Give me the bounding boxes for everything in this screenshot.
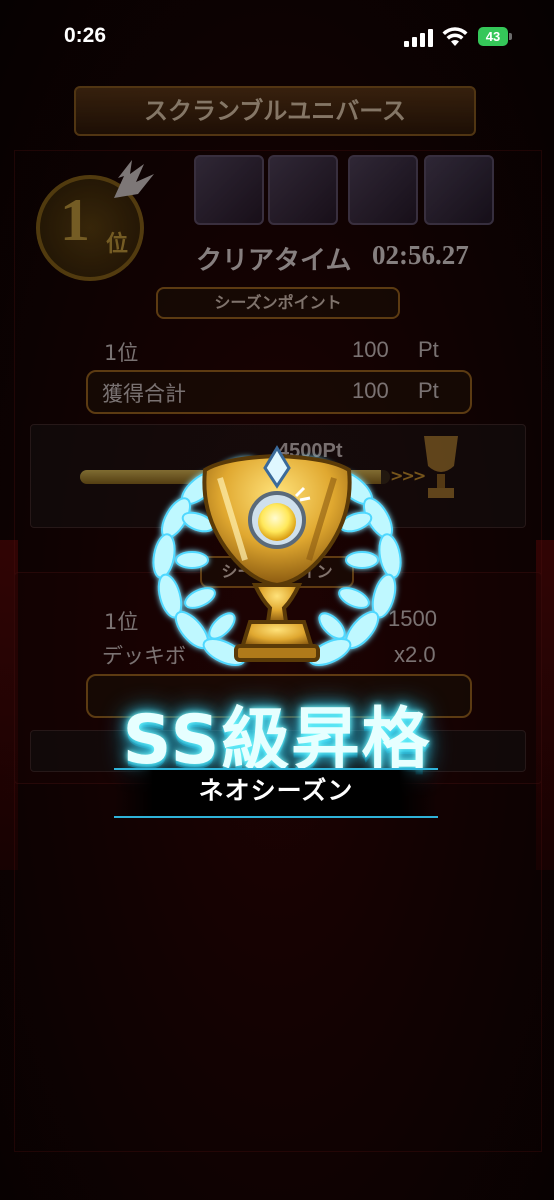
- season-name: ネオシーズン: [198, 776, 354, 805]
- laurel-wreath-icon: [152, 445, 402, 666]
